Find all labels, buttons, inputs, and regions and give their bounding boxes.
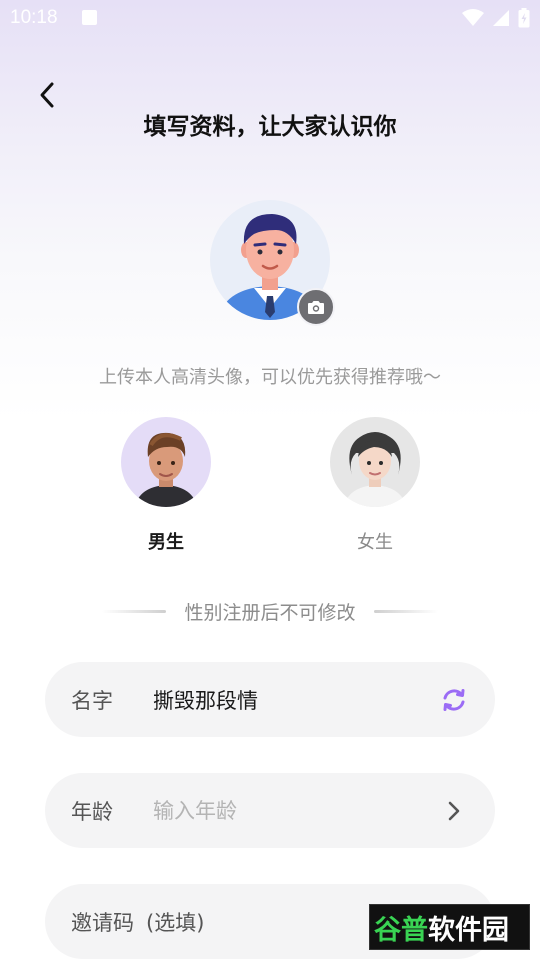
refresh-icon	[443, 688, 465, 711]
gender-male-label: 男生	[148, 532, 184, 553]
name-field[interactable]: 名字 撕毁那段情	[45, 662, 495, 737]
age-chevron[interactable]	[439, 796, 469, 826]
status-bar: 10:18	[0, 0, 540, 36]
watermark-logo: 谷普 软件园	[369, 904, 530, 950]
age-input[interactable]	[153, 798, 439, 823]
wifi-icon	[462, 9, 484, 26]
divider-right	[373, 610, 438, 613]
watermark-part2: 软件园	[428, 914, 509, 946]
age-label: 年龄	[71, 799, 113, 824]
gender-female-label: 女生	[357, 532, 393, 553]
male-avatar-image	[135, 432, 197, 507]
camera-button[interactable]	[297, 288, 335, 326]
gender-note: 性别注册后不可修改	[184, 602, 356, 624]
invite-label: 邀请码	[71, 910, 134, 935]
refresh-name-button[interactable]	[439, 685, 469, 715]
divider-left	[102, 610, 167, 613]
camera-icon	[308, 300, 324, 314]
status-time: 10:18	[10, 7, 58, 28]
status-icons	[462, 8, 530, 28]
avatar-hint: 上传本人高清头像，可以优先获得推荐哦～	[99, 367, 441, 388]
watermark-part1: 谷普	[374, 914, 428, 946]
gender-female-option[interactable]	[330, 417, 420, 507]
gender-note-row: 性别注册后不可修改	[0, 598, 540, 625]
age-field[interactable]: 年龄	[45, 773, 495, 848]
name-label: 名字	[71, 688, 113, 713]
signal-icon	[493, 10, 509, 26]
name-value[interactable]: 撕毁那段情	[153, 685, 439, 715]
notification-icon	[82, 10, 97, 25]
page-title: 填写资料，让大家认识你	[143, 114, 397, 140]
battery-icon	[518, 8, 530, 28]
gender-male-option[interactable]	[121, 417, 211, 507]
chevron-right-icon	[448, 801, 460, 820]
female-avatar-image	[344, 432, 406, 507]
chevron-left-icon	[40, 82, 54, 108]
